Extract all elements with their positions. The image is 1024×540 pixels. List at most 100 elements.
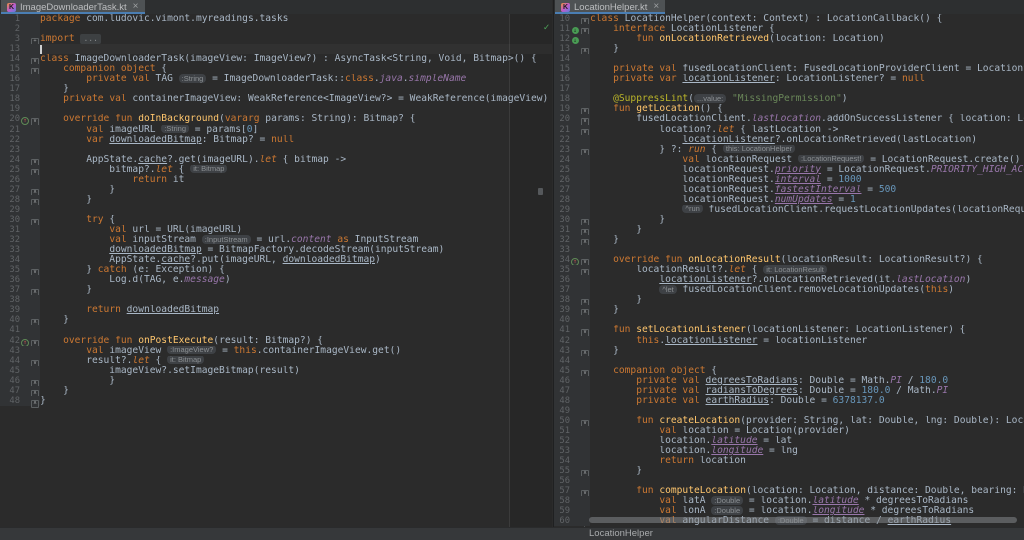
line-number[interactable]: 41 [0, 325, 20, 336]
code-line[interactable]: 46 private val degreesToRadians: Double … [554, 375, 1024, 386]
line-number[interactable]: 41 [554, 325, 570, 336]
line-number[interactable]: 60 [554, 516, 570, 527]
line-number[interactable]: 56 [554, 476, 570, 487]
line-number[interactable]: 32 [554, 235, 570, 246]
fold-marker-slot[interactable]: ∨ [580, 144, 590, 157]
horizontal-scrollbar[interactable] [589, 517, 1017, 523]
code-line[interactable]: 47 private val radiansToDegrees: Double … [554, 385, 1024, 396]
code-line[interactable]: 19 ∨ fun getLocation() { [554, 104, 1024, 117]
line-number[interactable]: 58 [554, 496, 570, 507]
fold-marker-slot[interactable]: ∨ [580, 365, 590, 378]
line-number[interactable]: 31 [0, 224, 20, 236]
code-line[interactable]: 48 ∧} [0, 395, 552, 408]
code-line[interactable]: 37 ∧ } [0, 285, 552, 298]
fold-marker-icon[interactable]: ∧ [31, 399, 39, 408]
code-line[interactable]: 43 val imageView :ImageView? = this.cont… [0, 345, 552, 356]
override-gutter-icon[interactable]: ↑ [20, 114, 30, 126]
code-line[interactable]: 20 ↑ ∨ override fun doInBackground(vararg … [0, 114, 552, 127]
fold-marker-slot[interactable]: ∨ [30, 214, 40, 227]
code-line[interactable]: 16 private val TAG :String = ImageDownlo… [0, 74, 552, 85]
fold-marker-slot[interactable]: ∨ [30, 164, 40, 177]
code-line[interactable]: 42 this.locationListener = locationListe… [554, 335, 1024, 346]
code-line[interactable]: 31 val url = URL(imageURL) [0, 224, 552, 236]
fold-marker-slot[interactable]: ∨ [30, 355, 40, 368]
code-line[interactable]: 36 locationListener?.onLocationRetrieved… [554, 275, 1024, 286]
code-line[interactable]: 33 [554, 245, 1024, 256]
line-number[interactable]: 20 [554, 114, 570, 125]
code-line[interactable]: 15 ∨ companion object { [0, 64, 552, 77]
line-number[interactable]: 47 [554, 385, 570, 396]
code-line[interactable]: 13 ∧ } [554, 44, 1024, 57]
code-line[interactable]: 38 [0, 295, 552, 306]
line-number[interactable]: 14 [0, 54, 20, 65]
fold-marker-slot[interactable]: ∨ [580, 104, 590, 117]
inspection-ok-icon[interactable]: ✓ [543, 22, 550, 33]
code-line[interactable]: 2 [0, 24, 552, 35]
line-number[interactable]: 17 [554, 84, 570, 95]
line-number[interactable]: 31 [554, 224, 570, 236]
code-line[interactable]: 28 ∧ } [0, 194, 552, 207]
code-line[interactable]: 47 ∧ } [0, 385, 552, 398]
line-number[interactable]: 2 [0, 24, 20, 35]
line-number[interactable]: 50 [554, 415, 570, 426]
code-line[interactable]: 53 location.longitude = lng [554, 446, 1024, 457]
breadcrumb-item[interactable]: LocationHelper [589, 528, 653, 540]
line-number[interactable]: 52 [554, 435, 570, 447]
line-number[interactable]: 39 [554, 305, 570, 316]
code-line[interactable]: 21 ∨ location?.let { lastLocation -> [554, 124, 1024, 137]
fold-marker-slot[interactable]: ∨ [580, 24, 590, 37]
line-number[interactable]: 28 [554, 194, 570, 205]
line-number[interactable]: 46 [554, 375, 570, 386]
line-number[interactable]: 12 [554, 34, 570, 45]
code-line[interactable]: 46 ∧ } [0, 375, 552, 388]
line-number[interactable]: 13 [554, 44, 570, 55]
code-line[interactable]: 27 locationRequest.fastestInterval = 500 [554, 184, 1024, 195]
code-line[interactable]: 41 [0, 325, 552, 336]
line-number[interactable]: 24 [0, 154, 20, 165]
code-line[interactable]: 45 imageView?.setImageBitmap(result) [0, 365, 552, 376]
line-number[interactable]: 57 [554, 486, 570, 497]
line-number[interactable]: 32 [0, 235, 20, 246]
code-line[interactable]: 28 locationRequest.numUpdates = 1 [554, 194, 1024, 205]
line-number[interactable]: 30 [0, 214, 20, 225]
fold-marker-slot[interactable]: ∧ [30, 395, 40, 408]
fold-marker-slot[interactable]: ∧ [30, 385, 40, 398]
line-number[interactable]: 48 [0, 395, 20, 406]
line-number[interactable]: 35 [554, 265, 570, 276]
line-number[interactable]: 43 [554, 345, 570, 356]
line-number[interactable]: 43 [0, 345, 20, 356]
line-number[interactable]: 21 [0, 124, 20, 135]
code-line[interactable]: 26 return it [0, 174, 552, 185]
code-line[interactable]: 29 [0, 204, 552, 215]
code-line[interactable]: 35 ∨ locationResult?.let { it: LocationRe… [554, 265, 1024, 278]
code-line[interactable]: 27 ∧ } [0, 184, 552, 197]
code-line[interactable]: 32 val inputStream :InputStream = url.co… [0, 235, 552, 246]
line-number[interactable]: 42 [0, 335, 20, 346]
line-number[interactable]: 11 [554, 24, 570, 35]
fold-marker-slot[interactable]: ∨ [580, 325, 590, 338]
code-line[interactable]: 38 ∧ } [554, 295, 1024, 308]
line-number[interactable]: 14 [554, 54, 570, 65]
code-line[interactable]: 30 ∧ } [554, 214, 1024, 227]
line-number[interactable]: 55 [554, 466, 570, 477]
fold-marker-slot[interactable]: ∨ [580, 14, 590, 26]
line-number[interactable]: 22 [554, 134, 570, 145]
code-line[interactable]: 45 ∨ companion object { [554, 365, 1024, 378]
editor-left[interactable]: 1 package com.ludovic.vimont.myreadings.t… [0, 14, 552, 540]
code-line[interactable]: 29 ^run fusedLocationClient.requestLocat… [554, 204, 1024, 215]
line-number[interactable]: 38 [0, 295, 20, 306]
code-line[interactable]: 50 ∨ fun createLocation(provider: String,… [554, 415, 1024, 428]
line-number[interactable]: 16 [0, 74, 20, 85]
code-line[interactable]: 24 val locationRequest :LocationRequest!… [554, 154, 1024, 165]
line-number[interactable]: 15 [0, 64, 20, 75]
line-number[interactable]: 35 [0, 265, 20, 276]
line-number[interactable]: 37 [554, 285, 570, 296]
fold-marker-slot[interactable]: ∧ [580, 345, 590, 358]
line-number[interactable]: 45 [0, 365, 20, 376]
line-number[interactable]: 53 [554, 446, 570, 457]
line-number[interactable]: 13 [0, 44, 20, 55]
code-line[interactable]: 42 ↑ ∨ override fun onPostExecute(result: … [0, 335, 552, 348]
line-number[interactable]: 27 [554, 184, 570, 195]
fold-marker-slot[interactable]: ∨ [30, 64, 40, 77]
code-line[interactable]: 52 location.latitude = lat [554, 435, 1024, 447]
